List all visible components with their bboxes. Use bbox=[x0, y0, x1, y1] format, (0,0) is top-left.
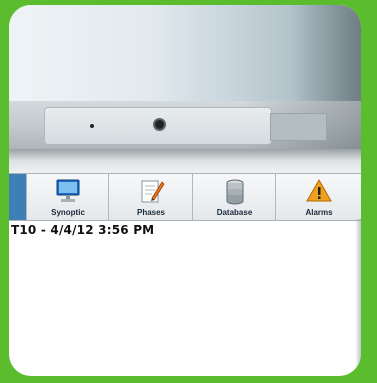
alarms-button[interactable]: Alarms bbox=[275, 174, 361, 220]
indicator-dot bbox=[90, 124, 94, 128]
status-line: T10 - 4/4/12 3:56 PM bbox=[11, 223, 155, 237]
edge-shadow bbox=[355, 219, 361, 376]
photo: Synoptic Phases Database Alarms T10 - 4/… bbox=[9, 5, 361, 376]
database-icon bbox=[221, 178, 249, 211]
camera-lens-icon bbox=[155, 120, 164, 129]
monitor-icon bbox=[54, 178, 82, 209]
synoptic-label: Synoptic bbox=[51, 208, 85, 217]
synoptic-button[interactable]: Synoptic bbox=[26, 174, 109, 220]
phases-label: Phases bbox=[136, 208, 166, 217]
database-button[interactable]: Database bbox=[192, 174, 276, 220]
camera-clip bbox=[44, 107, 272, 145]
monitor-screen bbox=[9, 5, 361, 101]
clipboard-edit-icon bbox=[137, 178, 165, 209]
warning-icon bbox=[305, 178, 333, 209]
screen-frame-band bbox=[9, 149, 361, 173]
clip-tab bbox=[270, 113, 327, 141]
green-frame: Synoptic Phases Database Alarms T10 - 4/… bbox=[0, 0, 377, 383]
phases-button[interactable]: Phases bbox=[108, 174, 193, 220]
toolbar-accent bbox=[9, 174, 26, 220]
toolbar: Synoptic Phases Database Alarms bbox=[9, 173, 361, 221]
alarms-label: Alarms bbox=[305, 208, 333, 217]
database-label: Database bbox=[216, 208, 253, 217]
